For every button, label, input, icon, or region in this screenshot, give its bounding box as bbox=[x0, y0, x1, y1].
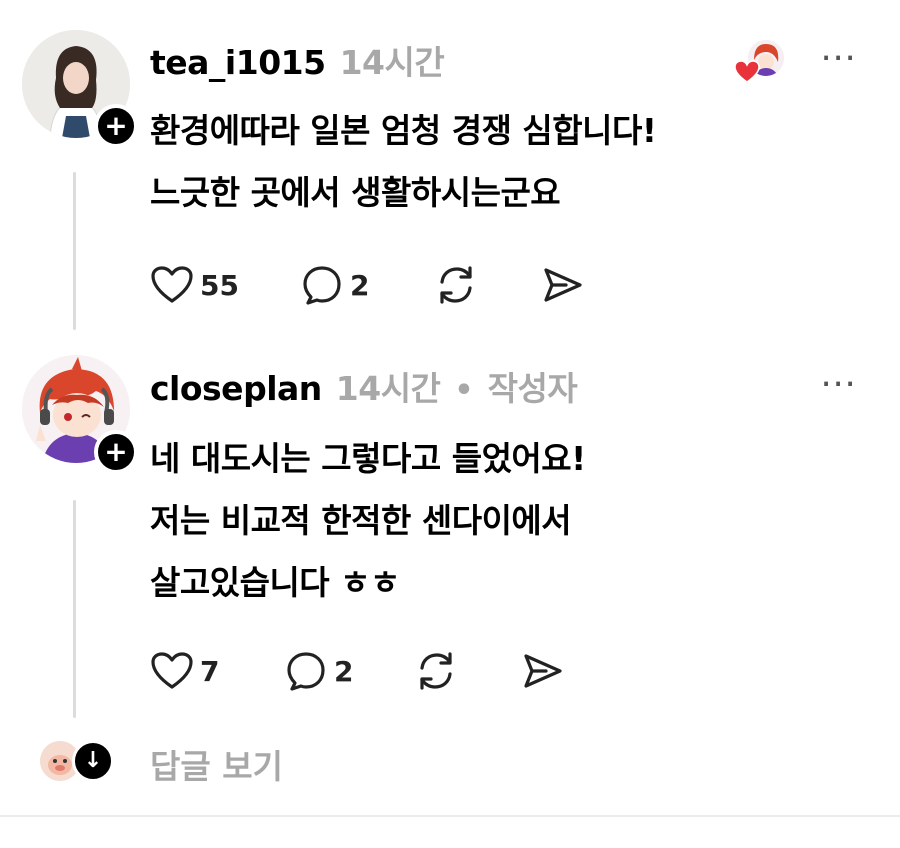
comment-text: 네 대도시는 그렇다고 들었어요! 저는 비교적 한적한 센다이에서 살고있습니… bbox=[150, 439, 586, 602]
more-icon: ⋯ bbox=[820, 363, 858, 404]
reply-count: 2 bbox=[334, 654, 354, 688]
follow-button[interactable]: + bbox=[94, 430, 138, 474]
comment-header: closeplan 14시간 • 작성자 bbox=[150, 362, 578, 410]
heart-filled-icon bbox=[734, 60, 760, 83]
author-badge: 작성자 bbox=[487, 369, 578, 408]
divider bbox=[0, 815, 900, 817]
repost-icon bbox=[420, 652, 452, 690]
author-liked-indicator bbox=[734, 40, 786, 84]
comment-bubble-icon bbox=[287, 652, 325, 691]
repost-icon bbox=[440, 266, 472, 304]
heart-icon bbox=[151, 652, 193, 689]
comment-text: 환경에따라 일본 엄청 경쟁 심합니다! 느긋한 곳에서 생활하시는군요 bbox=[150, 111, 657, 212]
share-button[interactable] bbox=[540, 264, 584, 306]
comment-bubble-icon bbox=[303, 266, 341, 305]
username[interactable]: tea_i1015 bbox=[150, 43, 326, 82]
action-bar: 55 2 bbox=[150, 264, 584, 306]
plus-icon: + bbox=[104, 435, 128, 468]
follow-button[interactable]: + bbox=[94, 104, 138, 148]
more-options-button[interactable]: ⋯ bbox=[820, 40, 858, 76]
repost-button[interactable] bbox=[414, 650, 520, 692]
like-count: 55 bbox=[200, 268, 239, 302]
share-send-icon bbox=[544, 268, 582, 302]
action-bar: 7 2 bbox=[150, 650, 564, 692]
timestamp: 14시간 bbox=[335, 369, 441, 408]
like-count: 7 bbox=[200, 654, 220, 688]
timestamp: 14시간 bbox=[339, 43, 445, 82]
like-button[interactable]: 7 bbox=[150, 651, 284, 691]
separator-dot: • bbox=[454, 373, 474, 408]
share-button[interactable] bbox=[520, 650, 564, 692]
reply-button[interactable]: 2 bbox=[300, 264, 434, 306]
share-send-icon bbox=[524, 654, 562, 688]
thread-line bbox=[73, 500, 76, 718]
reply-count: 2 bbox=[350, 268, 370, 302]
arrow-down-icon: ↓ bbox=[83, 748, 103, 773]
comment-header: tea_i1015 14시간 bbox=[150, 36, 445, 84]
plus-icon: + bbox=[104, 109, 128, 142]
like-button[interactable]: 55 bbox=[150, 265, 300, 305]
reply-button[interactable]: 2 bbox=[284, 650, 414, 692]
heart-icon bbox=[151, 266, 193, 303]
view-replies-link[interactable]: 답글 보기 bbox=[150, 740, 283, 788]
username[interactable]: closeplan bbox=[150, 369, 322, 408]
reply-avatars[interactable]: ↓ bbox=[40, 740, 114, 782]
more-options-button[interactable]: ⋯ bbox=[820, 366, 858, 402]
more-icon: ⋯ bbox=[820, 37, 858, 78]
thread-line bbox=[73, 172, 76, 330]
expand-replies-badge[interactable]: ↓ bbox=[72, 740, 114, 782]
repost-button[interactable] bbox=[434, 264, 540, 306]
